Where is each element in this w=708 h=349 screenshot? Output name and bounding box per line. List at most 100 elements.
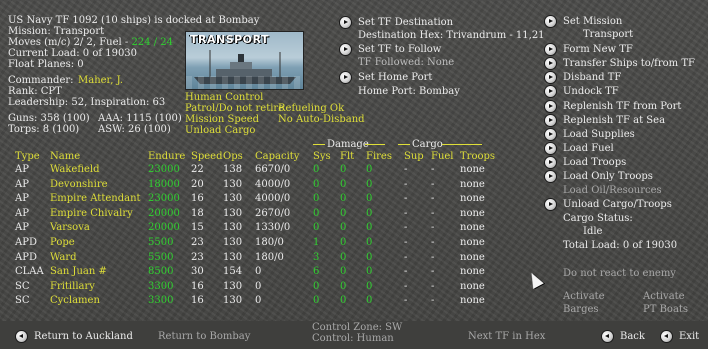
ship-name[interactable]: Cyclamen [50, 295, 100, 306]
ship-name[interactable]: Devonshire [50, 179, 108, 190]
form-new-tf-label[interactable]: Form New TF [563, 44, 633, 55]
fuel: - [431, 164, 435, 175]
set-mission-button[interactable] [545, 16, 556, 27]
ship-name[interactable]: Varsova [50, 222, 90, 233]
column-header: Endure [148, 151, 186, 162]
patrol-option[interactable]: Patrol/Do not retire [185, 103, 284, 114]
commander-name[interactable]: Maher, J. [78, 75, 123, 86]
column-header: Flt [340, 151, 355, 162]
ship-name[interactable]: Ward [50, 252, 77, 263]
fires: 0 [366, 164, 373, 175]
auto-disband-option[interactable]: No Auto-Disband [278, 114, 365, 125]
activate-barges-label2[interactable]: Barges [563, 304, 599, 315]
column-header: Troops [460, 151, 496, 162]
unload-cargo-order[interactable]: Unload Cargo [185, 125, 255, 136]
ship-image-label: TRANSPORT [190, 33, 270, 46]
flt-damage: 0 [340, 251, 347, 263]
disband-tf-label[interactable]: Disband TF [563, 72, 621, 83]
load-only-troops-button[interactable] [545, 171, 556, 182]
load-supplies-label[interactable]: Load Supplies [563, 129, 635, 140]
damage-rule-left [313, 144, 325, 145]
endurance: 20000 [148, 207, 180, 219]
load-fuel-button[interactable] [545, 143, 556, 154]
fires: 0 [366, 222, 373, 234]
ship-name[interactable]: Wakefield [50, 164, 100, 175]
replenish-sea-label[interactable]: Replenish TF at Sea [563, 115, 665, 126]
capacity: 0 [255, 295, 262, 307]
set-home-port-label[interactable]: Set Home Port [358, 72, 432, 83]
troops: none [460, 280, 485, 292]
flt-damage: 0 [340, 280, 347, 292]
replenish-sea-button[interactable] [545, 115, 556, 126]
load-supplies-button[interactable] [545, 129, 556, 140]
speed: 18 [191, 207, 204, 219]
supplies: - [404, 280, 408, 292]
aaa: AAA: 1115 (100) [98, 113, 182, 124]
human-control[interactable]: Human Control [185, 92, 263, 103]
activate-pt-boats-label1[interactable]: Activate [643, 291, 685, 302]
back-label[interactable]: Back [620, 331, 645, 342]
set-home-port-button[interactable] [340, 72, 351, 83]
mission-value: Transport [583, 29, 634, 40]
mouse-cursor [526, 270, 544, 289]
back-button[interactable] [602, 331, 613, 342]
form-new-tf-button[interactable] [545, 44, 556, 55]
sys-damage: 0 [313, 222, 320, 234]
set-mission-label[interactable]: Set Mission [563, 16, 622, 27]
ship-type: AP [15, 164, 29, 175]
flt-damage: 0 [340, 266, 347, 278]
endurance: 5500 [148, 251, 174, 263]
cargo-status-value: Idle [583, 226, 603, 237]
supplies: - [404, 164, 408, 175]
load-troops-button[interactable] [545, 157, 556, 168]
flt-damage: 0 [340, 237, 347, 248]
disband-tf-button[interactable] [545, 72, 556, 83]
ship-name[interactable]: Pope [50, 237, 75, 248]
exit-button[interactable] [661, 331, 672, 342]
speed: 22 [191, 164, 204, 175]
transfer-ships-button[interactable] [545, 58, 556, 69]
next-tf-label[interactable]: Next TF in Hex [468, 331, 545, 342]
flt-damage: 0 [340, 164, 347, 175]
supplies: - [404, 222, 408, 234]
column-header: Fuel [431, 151, 454, 162]
ship-name[interactable]: Fritillary [50, 281, 95, 292]
mission-line: Mission: Transport [8, 26, 105, 37]
capacity: 0 [255, 266, 262, 278]
refueling-option[interactable]: Refueling Ok [278, 103, 344, 114]
mission-speed[interactable]: Mission Speed [185, 114, 259, 125]
fuel: - [431, 207, 435, 219]
water-wake [186, 76, 303, 89]
set-follow-label[interactable]: Set TF to Follow [358, 44, 441, 55]
asw: ASW: 26 (100) [98, 124, 171, 135]
set-destination-label[interactable]: Set TF Destination [358, 17, 453, 28]
ship-type: SC [15, 280, 30, 292]
react-to-enemy-option[interactable]: Do not react to enemy [563, 268, 676, 279]
activate-pt-boats-label2[interactable]: PT Boats [643, 304, 688, 315]
unload-cargo-troops-button[interactable] [545, 199, 556, 210]
undock-tf-button[interactable] [545, 86, 556, 97]
return-auckland-label[interactable]: Return to Auckland [34, 331, 133, 342]
cargo-rule-right [442, 144, 482, 145]
unload-cargo-troops-label[interactable]: Unload Cargo/Troops [563, 199, 672, 210]
load-troops-label[interactable]: Load Troops [563, 157, 626, 168]
activate-barges-label1[interactable]: Activate [563, 291, 605, 302]
exit-label[interactable]: Exit [679, 331, 699, 342]
replenish-port-button[interactable] [545, 101, 556, 112]
set-follow-button[interactable] [340, 44, 351, 55]
float-planes: Float Planes: 0 [8, 59, 84, 70]
flt-damage: 0 [340, 295, 347, 307]
load-fuel-label[interactable]: Load Fuel [563, 143, 614, 154]
replenish-port-label[interactable]: Replenish TF from Port [563, 101, 681, 112]
undock-tf-label[interactable]: Undock TF [563, 86, 619, 97]
endurance: 3300 [148, 280, 174, 292]
damage-group-header: Damage [327, 139, 369, 150]
transfer-ships-label[interactable]: Transfer Ships to/from TF [563, 58, 695, 69]
return-auckland-button[interactable] [16, 331, 27, 342]
return-bombay-label[interactable]: Return to Bombay [158, 331, 250, 342]
ship-name[interactable]: Empire Attendant [50, 193, 141, 204]
ship-name[interactable]: San Juan # [50, 266, 107, 277]
set-destination-button[interactable] [340, 17, 351, 28]
load-only-troops-label[interactable]: Load Only Troops [563, 171, 653, 182]
ship-name[interactable]: Empire Chivalry [50, 208, 133, 219]
